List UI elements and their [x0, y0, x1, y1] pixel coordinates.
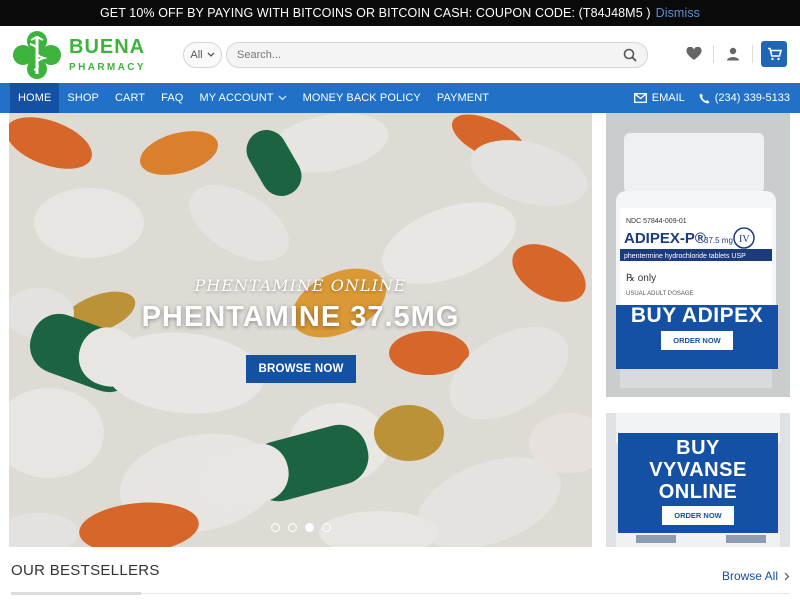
- cart-button[interactable]: [761, 41, 787, 67]
- adipex-banner[interactable]: NDC 57844-009-01 ADIPEX-P® 37.5 mg IV ph…: [606, 113, 790, 397]
- logo-subtitle: PHARMACY: [69, 61, 146, 73]
- email-link[interactable]: EMAIL: [633, 92, 685, 104]
- wishlist-button[interactable]: [675, 41, 713, 67]
- main-nav: HOME SHOP CART FAQ MY ACCOUNT MONEY BACK…: [0, 83, 800, 113]
- title-underline: [11, 592, 141, 595]
- browse-now-button[interactable]: BROWSE NOW: [246, 355, 356, 383]
- slider-dot[interactable]: [270, 523, 280, 532]
- hero-title: PHENTAMINE 37.5MG: [141, 301, 460, 333]
- phone-icon: [699, 93, 710, 103]
- nav-item-cart[interactable]: CART: [107, 83, 153, 113]
- heart-icon: [686, 47, 702, 60]
- phone-link[interactable]: (234) 339-5133: [699, 92, 790, 104]
- search-icon[interactable]: [623, 48, 637, 62]
- hero-text: PHENTAMINE ONLINE PHENTAMINE 37.5MG: [9, 276, 592, 334]
- vyvanse-title-line1: BUY: [676, 437, 720, 459]
- search-placeholder: Search...: [237, 49, 282, 61]
- svg-text:ADIPEX-P®: ADIPEX-P®: [624, 230, 706, 247]
- envelope-icon: [633, 93, 647, 103]
- order-now-button[interactable]: ORDER NOW: [662, 506, 734, 525]
- vyvanse-banner[interactable]: BUY VYVANSE ONLINE ORDER NOW: [606, 413, 790, 547]
- user-icon: [727, 47, 739, 61]
- svg-text:℞ only: ℞ only: [626, 273, 656, 284]
- nav-item-shop[interactable]: SHOP: [59, 83, 107, 113]
- promo-bar: GET 10% OFF BY PAYING WITH BITCOINS OR B…: [0, 0, 800, 26]
- dismiss-link[interactable]: Dismiss: [656, 6, 700, 20]
- logo-title: BUENA: [69, 35, 146, 58]
- nav-item-home[interactable]: HOME: [10, 83, 60, 113]
- hero-subtitle: PHENTAMINE ONLINE: [194, 276, 407, 295]
- vyvanse-panel: BUY VYVANSE ONLINE ORDER NOW: [618, 433, 778, 533]
- vyvanse-title-line3: ONLINE: [658, 481, 738, 503]
- vyvanse-title-line2: VYVANSE: [649, 459, 747, 481]
- svg-text:IV: IV: [739, 234, 750, 245]
- browse-all-label: Browse All: [721, 569, 778, 583]
- nav-item-label: MY ACCOUNT: [199, 92, 274, 104]
- cart-icon: [767, 47, 782, 61]
- pharmacy-cross-icon: [13, 30, 61, 79]
- bestsellers-section: OUR BESTSELLERS Browse All: [11, 562, 790, 600]
- slider-dot[interactable]: [321, 523, 331, 532]
- account-button[interactable]: [714, 41, 752, 67]
- site-header: BUENA PHARMACY All Search...: [0, 26, 800, 83]
- logo[interactable]: BUENA PHARMACY: [10, 28, 170, 82]
- browse-all-link[interactable]: Browse All: [722, 569, 790, 583]
- svg-text:NDC 57844-009-01: NDC 57844-009-01: [626, 218, 687, 225]
- slider-dot[interactable]: [287, 523, 297, 532]
- category-select[interactable]: All: [183, 42, 222, 68]
- nav-item-my-account[interactable]: MY ACCOUNT: [191, 83, 294, 113]
- search-input[interactable]: Search...: [226, 42, 648, 68]
- nav-item-money-back-policy[interactable]: MONEY BACK POLICY: [295, 83, 429, 113]
- nav-item-payment[interactable]: PAYMENT: [429, 83, 497, 113]
- slider-dots: [9, 523, 592, 532]
- adipex-subtitle: adipex 37.5mg: [659, 293, 735, 304]
- nav-item-faq[interactable]: FAQ: [153, 83, 191, 113]
- search-bar: All Search...: [183, 42, 648, 68]
- svg-text:phentermine hydrochloride tabl: phentermine hydrochloride tablets USP: [624, 253, 746, 260]
- bestsellers-title: OUR BESTSELLERS: [11, 562, 160, 579]
- slider-dot-active[interactable]: [304, 523, 314, 532]
- nav-contact: EMAIL (234) 339-5133: [633, 83, 790, 113]
- chevron-right-icon: [784, 572, 790, 580]
- adipex-panel: adipex 37.5mg BUY ADIPEX ORDER NOW: [616, 293, 778, 369]
- header-icons: [675, 41, 787, 67]
- promo-text: GET 10% OFF BY PAYING WITH BITCOINS OR B…: [99, 6, 651, 20]
- chevron-down-icon: [278, 95, 287, 101]
- adipex-title: BUY ADIPEX: [630, 304, 764, 327]
- order-now-button[interactable]: ORDER NOW: [661, 331, 733, 350]
- hero-slider[interactable]: PHENTAMINE ONLINE PHENTAMINE 37.5MG BROW…: [9, 113, 592, 547]
- svg-text:37.5 mg: 37.5 mg: [704, 236, 733, 245]
- category-value: All: [190, 49, 203, 61]
- email-label: EMAIL: [651, 92, 685, 104]
- divider: [752, 45, 753, 63]
- chevron-down-icon: [207, 52, 215, 57]
- phone-number: (234) 339-5133: [714, 92, 790, 104]
